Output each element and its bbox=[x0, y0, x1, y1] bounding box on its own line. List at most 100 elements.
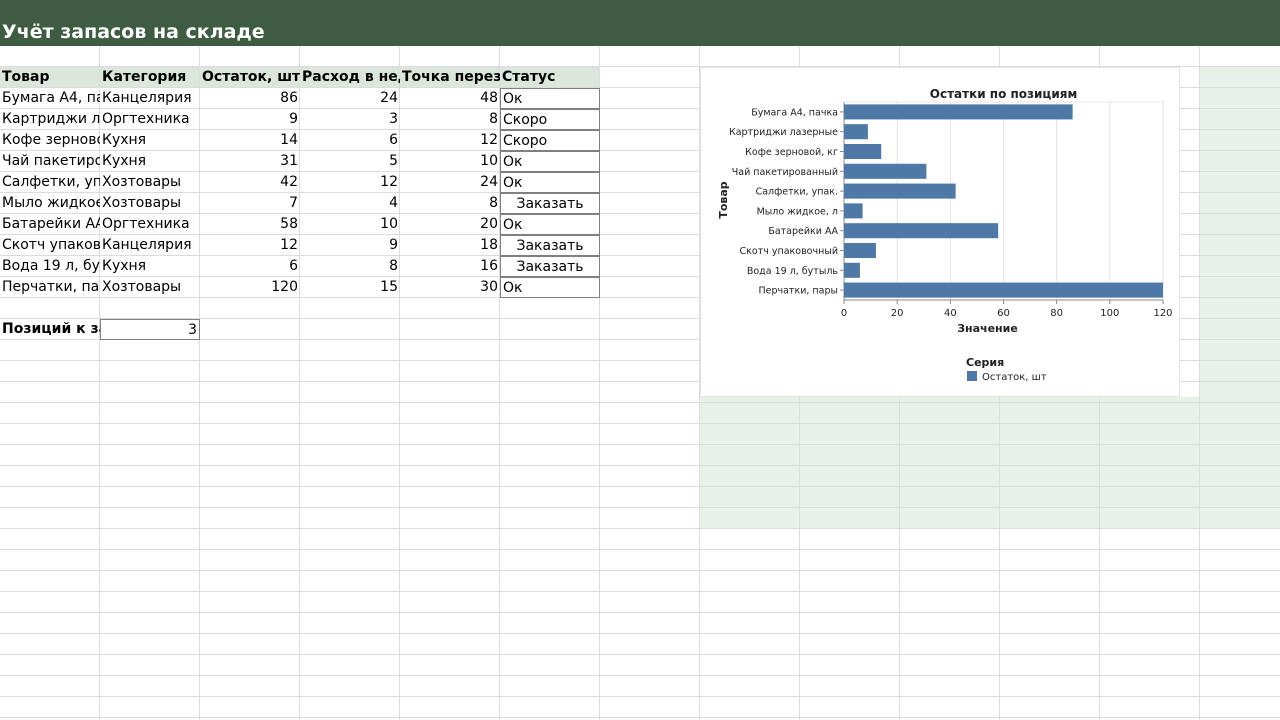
cell-usage[interactable]: 24 bbox=[300, 88, 400, 109]
grid-row-line bbox=[0, 549, 1280, 550]
cell-stock[interactable]: 42 bbox=[200, 172, 300, 193]
summary-label[interactable]: Позиций к за bbox=[0, 319, 100, 340]
chart-panel[interactable]: 0 20 40 60 80 100 120 Бумага А4, пачка Картриджи… bbox=[700, 67, 1180, 397]
cell-item[interactable]: Батарейки АА bbox=[0, 214, 100, 235]
cell-reorder[interactable]: 8 bbox=[400, 109, 500, 130]
chart-title: Остатки по позициям bbox=[930, 87, 1078, 101]
cell-stock[interactable]: 58 bbox=[200, 214, 300, 235]
cell-usage[interactable]: 8 bbox=[300, 256, 400, 277]
grid-row-line bbox=[0, 654, 1280, 655]
cell-stock[interactable]: 6 bbox=[200, 256, 300, 277]
header-usage[interactable]: Расход в нед. bbox=[300, 67, 400, 88]
grid-row-line bbox=[0, 444, 1280, 445]
cell-usage[interactable]: 15 bbox=[300, 277, 400, 298]
cell-category[interactable]: Кухня bbox=[100, 151, 200, 172]
x-tick-label: 80 bbox=[1050, 308, 1063, 319]
bar-chart: 0 20 40 60 80 100 120 Бумага А4, пачка Картриджи… bbox=[717, 87, 1173, 383]
cell-status[interactable]: Ок bbox=[500, 151, 600, 172]
sheet-title: Учёт запасов на складе bbox=[2, 21, 265, 43]
cell-usage[interactable]: 4 bbox=[300, 193, 400, 214]
grid-row-line bbox=[0, 486, 1280, 487]
cell-stock[interactable]: 14 bbox=[200, 130, 300, 151]
y-tick-label: Салфетки, упак. bbox=[756, 187, 838, 198]
cell-usage[interactable]: 5 bbox=[300, 151, 400, 172]
cell-reorder[interactable]: 12 bbox=[400, 130, 500, 151]
cell-category[interactable]: Оргтехника bbox=[100, 214, 200, 235]
y-tick-label: Батарейки АА bbox=[768, 226, 838, 237]
grid-row-line bbox=[0, 633, 1280, 634]
cell-status[interactable]: Ок bbox=[500, 88, 600, 109]
summary-value[interactable]: 3 bbox=[100, 319, 200, 340]
cell-reorder[interactable]: 24 bbox=[400, 172, 500, 193]
y-tick-label: Картриджи лазерные bbox=[729, 127, 838, 138]
cell-usage[interactable]: 6 bbox=[300, 130, 400, 151]
cell-reorder[interactable]: 8 bbox=[400, 193, 500, 214]
cell-reorder[interactable]: 30 bbox=[400, 277, 500, 298]
cell-category[interactable]: Оргтехника bbox=[100, 109, 200, 130]
cell-status[interactable]: Заказать bbox=[500, 256, 600, 277]
cell-item[interactable]: Картриджи ла bbox=[0, 109, 100, 130]
cell-stock[interactable]: 86 bbox=[200, 88, 300, 109]
cell-stock[interactable]: 31 bbox=[200, 151, 300, 172]
y-tick-label: Перчатки, пары bbox=[758, 286, 838, 297]
cell-status[interactable]: Ок bbox=[500, 172, 600, 193]
cell-reorder[interactable]: 18 bbox=[400, 235, 500, 256]
cell-reorder[interactable]: 20 bbox=[400, 214, 500, 235]
cell-item[interactable]: Салфетки, упа bbox=[0, 172, 100, 193]
cell-category[interactable]: Канцелярия bbox=[100, 88, 200, 109]
cell-item[interactable]: Перчатки, па bbox=[0, 277, 100, 298]
header-category[interactable]: Категория bbox=[100, 67, 200, 88]
grid-row-line bbox=[0, 465, 1280, 466]
grid-row-line bbox=[0, 423, 1280, 424]
cell-reorder[interactable]: 10 bbox=[400, 151, 500, 172]
cell-item[interactable]: Вода 19 л, бут bbox=[0, 256, 100, 277]
cell-category[interactable]: Канцелярия bbox=[100, 235, 200, 256]
header-reorder[interactable]: Точка переза bbox=[400, 67, 500, 88]
cell-item[interactable]: Кофе зерново bbox=[0, 130, 100, 151]
cell-reorder[interactable]: 48 bbox=[400, 88, 500, 109]
y-tick-label: Бумага А4, пачка bbox=[751, 107, 838, 118]
cell-status[interactable]: Заказать bbox=[500, 235, 600, 256]
cell-category[interactable]: Кухня bbox=[100, 130, 200, 151]
cell-item[interactable]: Чай пакетиро bbox=[0, 151, 100, 172]
cell-status[interactable]: Ок bbox=[500, 277, 600, 298]
cell-usage[interactable]: 10 bbox=[300, 214, 400, 235]
y-tick-label: Чай пакетированный bbox=[732, 167, 838, 178]
cell-item[interactable]: Скотч упаков bbox=[0, 235, 100, 256]
grid-row-line bbox=[0, 717, 1280, 718]
cell-stock[interactable]: 9 bbox=[200, 109, 300, 130]
y-tick-label: Скотч упаковочный bbox=[740, 246, 838, 257]
cell-usage[interactable]: 3 bbox=[300, 109, 400, 130]
cell-stock[interactable]: 7 bbox=[200, 193, 300, 214]
x-tick-label: 20 bbox=[891, 308, 904, 319]
cell-item[interactable]: Мыло жидкое, bbox=[0, 193, 100, 214]
bar bbox=[844, 242, 876, 259]
grid-row-line bbox=[0, 528, 1280, 529]
cell-category[interactable]: Кухня bbox=[100, 256, 200, 277]
bar bbox=[844, 143, 882, 160]
cell-usage[interactable]: 9 bbox=[300, 235, 400, 256]
cell-status[interactable]: Ок bbox=[500, 214, 600, 235]
cell-reorder[interactable]: 16 bbox=[400, 256, 500, 277]
x-tick-label: 0 bbox=[841, 308, 847, 319]
bar bbox=[844, 282, 1163, 298]
header-item[interactable]: Товар bbox=[0, 67, 100, 88]
cell-category[interactable]: Хозтовары bbox=[100, 193, 200, 214]
bar bbox=[844, 262, 860, 278]
cell-status[interactable]: Заказать bbox=[500, 193, 600, 214]
header-stock[interactable]: Остаток, шт bbox=[200, 67, 300, 88]
cell-usage[interactable]: 12 bbox=[300, 172, 400, 193]
spreadsheet-page: Учёт запасов на складе Товар Категория Ост… bbox=[0, 0, 1280, 720]
bar bbox=[844, 223, 999, 239]
cell-category[interactable]: Хозтовары bbox=[100, 277, 200, 298]
cell-stock[interactable]: 120 bbox=[200, 277, 300, 298]
header-status[interactable]: Статус bbox=[500, 67, 600, 88]
x-tick-label: 40 bbox=[944, 308, 957, 319]
legend-title: Серия bbox=[966, 356, 1004, 369]
cell-status[interactable]: Скоро bbox=[500, 109, 600, 130]
cell-status[interactable]: Скоро bbox=[500, 130, 600, 151]
cell-item[interactable]: Бумага А4, па bbox=[0, 88, 100, 109]
grid-row-line bbox=[0, 507, 1280, 508]
cell-stock[interactable]: 12 bbox=[200, 235, 300, 256]
cell-category[interactable]: Хозтовары bbox=[100, 172, 200, 193]
